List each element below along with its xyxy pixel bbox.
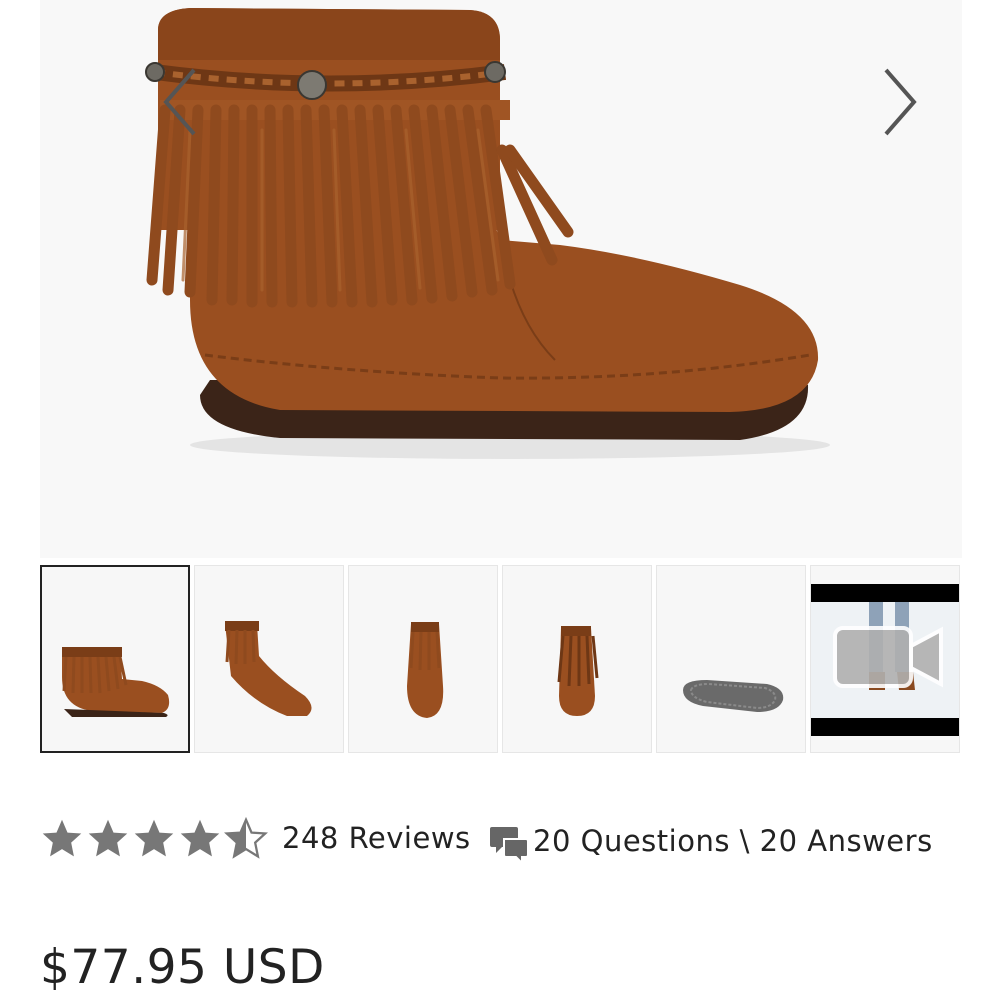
thumbnail-side-view[interactable] bbox=[40, 565, 190, 753]
thumbnail-video[interactable] bbox=[810, 565, 960, 753]
video-camera-icon bbox=[833, 626, 943, 688]
thumbnail-back-view[interactable] bbox=[502, 565, 652, 753]
rating-row: 248 Reviews 20 Questions \ 20 Answers bbox=[40, 815, 960, 865]
thumbnail-strip bbox=[40, 565, 962, 755]
thumbnail-front-view[interactable] bbox=[348, 565, 498, 753]
reviews-link[interactable]: 248 Reviews bbox=[282, 821, 471, 855]
product-price: $77.95 USD bbox=[40, 940, 325, 995]
star-icon bbox=[42, 819, 82, 857]
thumbnail-sole-view[interactable] bbox=[656, 565, 806, 753]
next-image-button[interactable] bbox=[868, 62, 928, 142]
product-main-image[interactable] bbox=[40, 0, 962, 558]
chevron-right-icon bbox=[884, 68, 917, 136]
star-half-icon bbox=[224, 816, 268, 859]
boot-angled-thumbnail bbox=[225, 621, 312, 716]
questions-answers-link[interactable]: 20 Questions \ 20 Answers bbox=[533, 824, 933, 858]
boot-sole-thumbnail bbox=[683, 680, 784, 712]
chevron-left-icon bbox=[163, 68, 196, 136]
boot-side-thumbnail bbox=[62, 647, 170, 717]
boot-front-thumbnail bbox=[407, 622, 444, 718]
boot-back-thumbnail bbox=[557, 626, 599, 716]
star-icon bbox=[88, 819, 128, 857]
thumbnail-angled-view[interactable] bbox=[194, 565, 344, 753]
previous-image-button[interactable] bbox=[152, 62, 212, 142]
star-icon bbox=[134, 819, 174, 857]
star-icon bbox=[180, 819, 220, 857]
speech-bubbles-icon bbox=[490, 827, 529, 865]
